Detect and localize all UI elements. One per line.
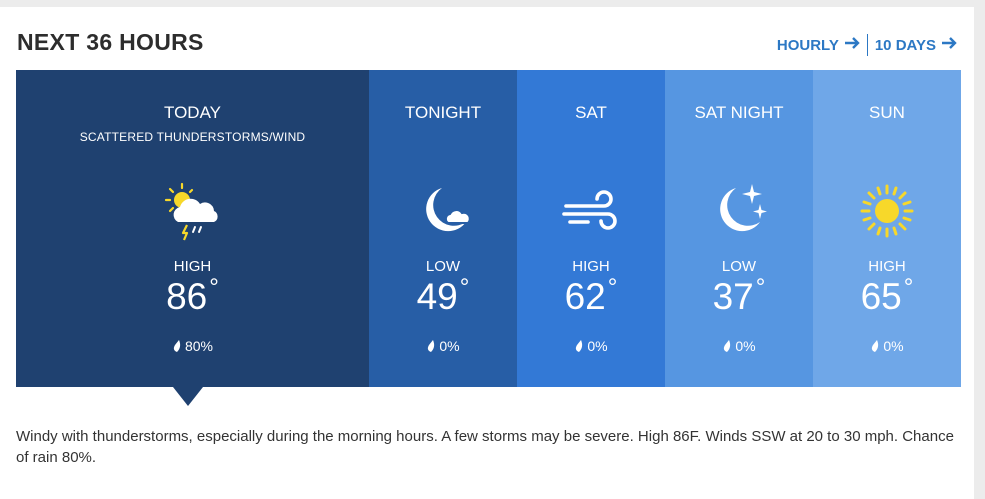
hourly-link-label: HOURLY xyxy=(776,36,839,54)
selected-period-pointer xyxy=(173,387,203,406)
sun-icon xyxy=(856,180,918,242)
forecast-description: Windy with thunderstorms, especially dur… xyxy=(16,428,954,466)
raindrop-icon xyxy=(872,340,879,352)
precip-chance: 80% xyxy=(16,338,369,354)
period-name: SAT NIGHT xyxy=(694,103,784,122)
precip-chance: 0% xyxy=(813,338,961,354)
temperature-value: 65 xyxy=(860,276,902,317)
temperature-value: 86 xyxy=(166,276,208,317)
precip-chance: 0% xyxy=(665,338,813,354)
forecast-strip: TODAY SCATTERED THUNDERSTORMS/WIND HIGH … xyxy=(16,70,961,387)
link-divider xyxy=(866,34,868,56)
period-tonight[interactable]: TONIGHT LOW 49° 0% xyxy=(369,70,517,387)
temp-label: HIGH xyxy=(868,258,906,275)
arrow-right-icon xyxy=(941,36,958,54)
temperature-value: 49 xyxy=(416,276,458,317)
temperature: 65° xyxy=(860,274,914,317)
period-name: SAT xyxy=(575,103,607,122)
ten-days-link[interactable]: 10 DAYS xyxy=(875,36,958,54)
raindrop-icon xyxy=(724,340,731,352)
period-sat-night[interactable]: SAT NIGHT LOW 37° 0% xyxy=(665,70,813,387)
period-sat[interactable]: SAT HIGH 62° 0% xyxy=(517,70,665,387)
forecast-links: HOURLY 10 DAYS xyxy=(777,34,958,56)
section-title: NEXT 36 HOURS xyxy=(17,29,204,55)
hourly-link[interactable]: HOURLY xyxy=(777,36,861,54)
temperature: 62° xyxy=(564,274,618,317)
wind-icon xyxy=(560,180,622,242)
arrow-right-icon xyxy=(844,36,861,54)
temp-label: HIGH xyxy=(572,258,610,275)
moon-stars-icon xyxy=(708,180,770,242)
period-phrase: SCATTERED THUNDERSTORMS/WIND xyxy=(79,130,306,144)
temperature-value: 37 xyxy=(712,276,754,317)
precip-value: 0% xyxy=(439,338,460,354)
temp-label: LOW xyxy=(721,258,757,275)
raindrop-icon xyxy=(173,340,181,352)
temperature-value: 62 xyxy=(564,276,606,317)
temperature: 49° xyxy=(416,274,470,317)
moon-cloud-icon xyxy=(412,180,474,242)
period-today[interactable]: TODAY SCATTERED THUNDERSTORMS/WIND HIGH … xyxy=(16,70,369,387)
precip-value: 80% xyxy=(184,338,214,354)
temp-label: LOW xyxy=(425,258,461,275)
precip-value: 0% xyxy=(587,338,608,354)
temp-label: HIGH xyxy=(173,258,212,275)
temperature: 37° xyxy=(712,274,766,317)
raindrop-icon xyxy=(576,340,583,352)
precip-chance: 0% xyxy=(369,338,517,354)
raindrop-icon xyxy=(428,340,435,352)
period-name: TODAY xyxy=(164,103,221,122)
period-name: SUN xyxy=(869,103,905,122)
ten-days-link-label: 10 DAYS xyxy=(874,36,936,54)
period-name: TONIGHT xyxy=(404,103,482,122)
period-sun[interactable]: SUN HIGH 65° 0% xyxy=(813,70,961,387)
precip-value: 0% xyxy=(883,338,904,354)
temperature: 86° xyxy=(166,274,219,317)
precip-value: 0% xyxy=(735,338,756,354)
precip-chance: 0% xyxy=(517,338,665,354)
thunderstorm-partly-sunny-icon xyxy=(162,180,224,242)
